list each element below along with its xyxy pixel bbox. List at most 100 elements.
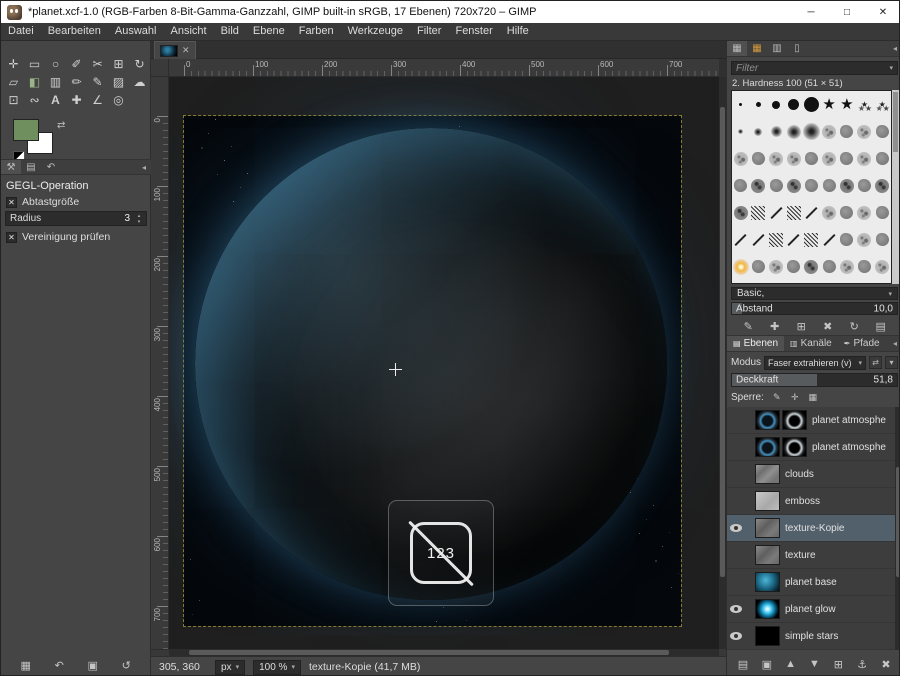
tool-pencil-icon[interactable]: ✏ [66, 73, 87, 91]
layer-row[interactable]: simple stars [727, 623, 895, 650]
tool-options-tab-icon[interactable]: ⚒ [1, 160, 21, 174]
tool-airbrush-icon[interactable]: ☁ [129, 73, 150, 91]
layer-opacity-slider[interactable]: Deckkraft 51,8 [731, 373, 898, 387]
brush-item[interactable] [803, 91, 821, 118]
horizontal-scrollbar[interactable] [169, 649, 719, 656]
tool-move-icon[interactable]: ✛ [3, 55, 24, 73]
open-brush-as-image-icon[interactable]: ▤ [872, 318, 890, 334]
layer-row[interactable]: planet base [727, 569, 895, 596]
layer-row[interactable]: texture [727, 542, 895, 569]
layer-row[interactable]: texture-Kopie [727, 515, 895, 542]
menu-hilfe[interactable]: Hilfe [500, 23, 536, 40]
brush-item[interactable] [750, 199, 768, 226]
brush-item[interactable] [838, 118, 856, 145]
checkbox-checked-icon[interactable]: ✕ [6, 197, 17, 208]
tool-zoom-icon[interactable]: ◎ [108, 91, 129, 109]
tool-clone-icon[interactable]: ⊡ [3, 91, 24, 109]
tool-text-icon[interactable]: A [45, 91, 66, 109]
brushes-tab-icon[interactable]: ▦ [727, 41, 747, 56]
brush-item[interactable] [750, 226, 768, 253]
channels-tab[interactable]: ▥Kanäle [784, 336, 838, 351]
lower-layer-icon[interactable]: ▼ [805, 656, 823, 672]
device-status-tab-icon[interactable]: ▤ [21, 160, 41, 174]
spin-down-icon[interactable]: ▾ [138, 219, 141, 225]
reset-tool-options-icon[interactable]: ↺ [117, 657, 135, 673]
paths-tab[interactable]: ✒Pfade [838, 336, 886, 351]
brush-item[interactable] [856, 91, 874, 118]
brush-spacing-slider[interactable]: Abstand 10,0 [731, 302, 898, 315]
menu-fenster[interactable]: Fenster [448, 23, 499, 40]
brush-item[interactable] [785, 199, 803, 226]
brush-item[interactable] [820, 172, 838, 199]
delete-layer-icon[interactable]: ✖ [877, 656, 895, 672]
layer-thumbnail[interactable] [755, 491, 780, 511]
brush-item[interactable] [750, 253, 768, 280]
brush-item[interactable] [732, 91, 750, 118]
layer-thumbnail[interactable] [755, 464, 780, 484]
brush-item[interactable] [803, 199, 821, 226]
brush-item[interactable] [750, 145, 768, 172]
tool-crop-icon[interactable]: ⊞ [108, 55, 129, 73]
brush-item[interactable] [803, 253, 821, 280]
scrollbar-thumb[interactable] [896, 467, 900, 577]
brush-item[interactable] [732, 145, 750, 172]
brush-grid[interactable] [731, 90, 892, 284]
layers-tab[interactable]: ▤Ebenen [727, 336, 784, 351]
scrollbar-thumb[interactable] [189, 650, 669, 655]
brush-item[interactable] [767, 118, 785, 145]
brush-item[interactable] [803, 226, 821, 253]
brush-item[interactable] [820, 253, 838, 280]
layer-name[interactable]: texture [785, 550, 816, 561]
menu-bearbeiten[interactable]: Bearbeiten [41, 23, 108, 40]
lock-alpha-icon[interactable]: ▦ [806, 391, 820, 404]
image-tab[interactable]: ✕ [154, 41, 196, 59]
tool-eraser-icon[interactable]: ▨ [108, 73, 129, 91]
brush-item[interactable] [838, 172, 856, 199]
brush-item[interactable] [838, 226, 856, 253]
restore-tool-options-icon[interactable]: ↶ [50, 657, 68, 673]
canvas-viewport[interactable]: 123 [169, 77, 719, 649]
brush-item[interactable] [856, 199, 874, 226]
tool-smudge-icon[interactable]: ∾ [24, 91, 45, 109]
brush-item[interactable] [873, 118, 891, 145]
layer-name[interactable]: planet base [785, 577, 837, 588]
brush-grid-scrollbar[interactable] [892, 90, 899, 284]
layer-row[interactable]: planet glow [727, 596, 895, 623]
layer-visibility-toggle[interactable] [727, 632, 745, 640]
tool-heal-icon[interactable]: ✚ [66, 91, 87, 109]
gradients-tab-icon[interactable]: ▥ [767, 41, 787, 56]
layer-row[interactable]: planet atmosphe [727, 434, 895, 461]
layer-thumbnail[interactable] [755, 626, 780, 646]
swap-colors-icon[interactable]: ⇄ [57, 120, 65, 131]
layer-thumbnail[interactable] [755, 518, 780, 538]
brush-item[interactable] [873, 199, 891, 226]
brush-item[interactable] [820, 91, 838, 118]
brush-item[interactable] [856, 118, 874, 145]
brush-item[interactable] [767, 172, 785, 199]
tool-free-select-icon[interactable]: ✐ [66, 55, 87, 73]
new-brush-icon[interactable]: ✚ [766, 318, 784, 334]
scrollbar-thumb[interactable] [720, 107, 725, 577]
brush-item[interactable] [873, 172, 891, 199]
close-button[interactable]: ✕ [865, 1, 900, 23]
layer-visibility-toggle[interactable] [727, 524, 745, 532]
brush-item[interactable] [803, 172, 821, 199]
brush-item[interactable] [838, 199, 856, 226]
new-layer-icon[interactable]: ▤ [734, 656, 752, 672]
tool-measure-icon[interactable]: ∠ [87, 91, 108, 109]
layer-name[interactable]: planet atmosphe [812, 415, 886, 426]
brush-filter-input[interactable]: Filter ▾ [731, 61, 898, 75]
brush-item[interactable] [732, 118, 750, 145]
duplicate-layer-icon[interactable]: ⊞ [829, 656, 847, 672]
tool-scale-icon[interactable]: ▱ [3, 73, 24, 91]
scrollbar-thumb[interactable] [893, 92, 898, 152]
layer-list-scrollbar[interactable] [895, 407, 900, 650]
close-tab-icon[interactable]: ✕ [182, 45, 190, 56]
delete-brush-icon[interactable]: ✖ [819, 318, 837, 334]
layer-name[interactable]: emboss [785, 496, 820, 507]
brush-item[interactable] [856, 253, 874, 280]
brush-item[interactable] [750, 118, 768, 145]
brush-item[interactable] [732, 199, 750, 226]
tool-bucket-fill-icon[interactable]: ◧ [24, 73, 45, 91]
new-layer-group-icon[interactable]: ▣ [758, 656, 776, 672]
